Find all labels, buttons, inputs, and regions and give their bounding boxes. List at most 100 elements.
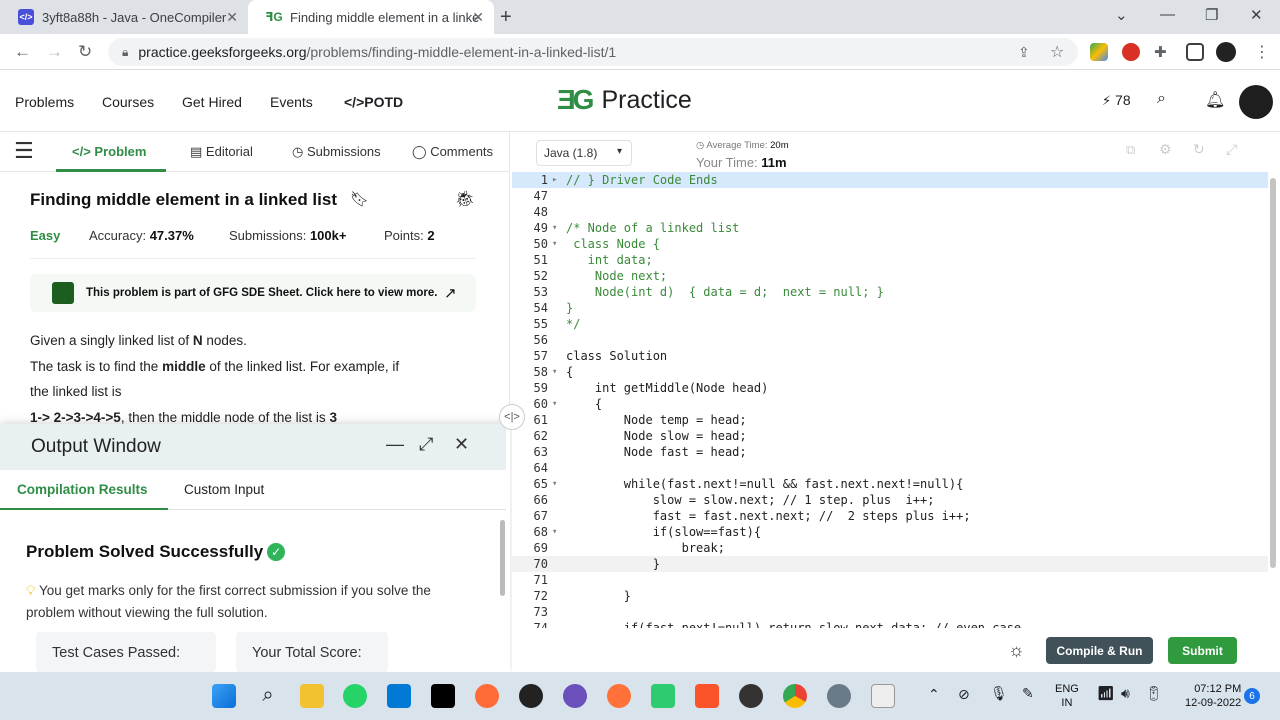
battery-icon[interactable]: 🔋︎	[1145, 685, 1163, 702]
code-line[interactable]: 62 Node slow = head;	[512, 428, 1268, 444]
nav-potd[interactable]: </>POTD	[344, 94, 403, 110]
streak-counter[interactable]: ⚡ 78	[1102, 92, 1131, 109]
forward-icon[interactable]: →	[46, 42, 63, 62]
profile-avatar-icon[interactable]	[1216, 42, 1236, 62]
tab-search-icon[interactable]: ⌄	[1115, 6, 1128, 24]
firefox-icon[interactable]	[607, 684, 631, 708]
code-line[interactable]: 61 Node temp = head;	[512, 412, 1268, 428]
tab-custom-input[interactable]: Custom Input	[184, 482, 264, 497]
sde-sheet-banner[interactable]: This problem is part of GFG SDE Sheet. C…	[30, 274, 476, 312]
code-line[interactable]: 72 }	[512, 588, 1268, 604]
whatsapp-icon[interactable]	[343, 684, 367, 708]
language-indicator[interactable]: ENG IN	[1055, 682, 1079, 710]
brave-icon[interactable]	[695, 684, 719, 708]
code-line[interactable]: 71	[512, 572, 1268, 588]
fold-arrow-icon[interactable]: ▾	[552, 364, 557, 380]
bookmark-icon[interactable]: 🔖︎	[350, 190, 369, 208]
close-icon[interactable]: ✕	[472, 9, 484, 26]
reload-icon[interactable]: ↻	[78, 42, 92, 62]
code-line[interactable]: 55 */	[512, 316, 1268, 332]
search-icon[interactable]: ⌕	[256, 684, 280, 708]
editor-scrollbar[interactable]	[1270, 178, 1276, 568]
language-select[interactable]: Java (1.8) ▾	[536, 140, 632, 166]
menu-kebab-icon[interactable]: ⋮	[1254, 42, 1270, 62]
reset-icon[interactable]: ↻	[1193, 141, 1205, 158]
restore-icon[interactable]: ❐	[1205, 6, 1218, 24]
scrollbar[interactable]	[500, 520, 505, 596]
hamburger-menu-icon[interactable]: ☰	[14, 138, 34, 164]
fold-arrow-icon[interactable]: ▾	[552, 476, 557, 492]
fullscreen-icon[interactable]: ⤢	[1226, 141, 1237, 158]
tray-app-icon[interactable]: ⊘	[958, 686, 970, 703]
code-line[interactable]: 50 ▾ class Node {	[512, 236, 1268, 252]
code-line[interactable]: 60 ▾ {	[512, 396, 1268, 412]
search-icon[interactable]: ⌕	[1157, 90, 1166, 108]
sidepanel-icon[interactable]	[1186, 43, 1204, 61]
nav-problems[interactable]: Problems	[15, 94, 74, 110]
tab-editorial[interactable]: ▤ Editorial	[190, 144, 253, 160]
snipping-tool-icon[interactable]	[871, 684, 895, 708]
bug-report-icon[interactable]: 🐞︎	[455, 189, 475, 209]
code-line[interactable]: 65 ▾ while(fast.next!=null && fast.next.n…	[512, 476, 1268, 492]
code-line[interactable]: 1 ▸ // } Driver Code Ends	[512, 172, 1268, 188]
code-line[interactable]: 51 int data;	[512, 252, 1268, 268]
minimize-icon[interactable]: —	[1160, 6, 1175, 23]
microphone-icon[interactable]: 🎙︎	[990, 685, 1008, 702]
postman-icon[interactable]	[475, 684, 499, 708]
pen-icon[interactable]: ✎	[1022, 685, 1034, 702]
tab-problem[interactable]: </> Problem	[72, 144, 146, 159]
gfg-logo[interactable]: ƎG Practice	[557, 84, 692, 116]
file-explorer-icon[interactable]	[300, 684, 324, 708]
tab-submissions[interactable]: ◷ Submissions	[292, 144, 381, 160]
code-line[interactable]: 52 Node next;	[512, 268, 1268, 284]
submit-button[interactable]: Submit	[1168, 637, 1237, 664]
bookmark-star-icon[interactable]: ☆	[1050, 42, 1064, 62]
extensions-puzzle-icon[interactable]: ✚	[1154, 43, 1167, 61]
expand-icon[interactable]: ⤢	[419, 434, 433, 455]
code-line[interactable]: 54}	[512, 300, 1268, 316]
drive-extension-icon[interactable]	[1090, 43, 1108, 61]
volume-icon[interactable]: 🔊︎	[1121, 685, 1130, 702]
vscode-insiders-icon[interactable]	[651, 684, 675, 708]
code-line[interactable]: 48	[512, 204, 1268, 220]
window-close-icon[interactable]: ✕	[1250, 6, 1263, 24]
copy-icon[interactable]: ⧉	[1126, 142, 1135, 158]
code-line[interactable]: 69 break;	[512, 540, 1268, 556]
fold-arrow-icon[interactable]: ▸	[552, 172, 557, 188]
code-area[interactable]: 1 ▸ // } Driver Code Ends 47 48 49 ▾ /* Node of…	[512, 172, 1268, 628]
bell-icon[interactable]: 🔔︎	[1205, 90, 1225, 110]
fold-arrow-icon[interactable]: ▾	[552, 236, 557, 252]
github-icon[interactable]	[519, 684, 543, 708]
chrome-icon[interactable]	[783, 684, 807, 708]
code-line[interactable]: 53 Node(int d) { data = d; next = null; …	[512, 284, 1268, 300]
close-icon[interactable]: ✕	[454, 434, 469, 455]
code-line[interactable]: 56	[512, 332, 1268, 348]
fold-arrow-icon[interactable]: ▾	[552, 396, 557, 412]
code-line[interactable]: 58 ▾ {	[512, 364, 1268, 380]
code-line[interactable]: 64	[512, 460, 1268, 476]
browser-tab-gfg[interactable]: ꟻG Finding middle element in a linke ✕	[248, 0, 494, 34]
vscode-icon[interactable]	[387, 684, 411, 708]
code-line[interactable]: 74 if(fast.next!=null) return slow.next.…	[512, 620, 1268, 628]
tab-comments[interactable]: ◯ Comments	[412, 144, 493, 160]
panel-resize-handle[interactable]: <|>	[499, 404, 525, 430]
notification-badge[interactable]: 6	[1244, 688, 1260, 704]
url-input[interactable]: 🔒︎ practice.geeksforgeeks.org/problems/f…	[108, 38, 1078, 66]
intellij-icon[interactable]	[431, 684, 455, 708]
code-line[interactable]: 47	[512, 188, 1268, 204]
theme-toggle-icon[interactable]: ☼	[1008, 640, 1025, 661]
code-line[interactable]: 67 fast = fast.next.next; // 2 steps plu…	[512, 508, 1268, 524]
avatar[interactable]	[1239, 85, 1273, 119]
tab-compilation-results[interactable]: Compilation Results	[17, 482, 148, 497]
code-line[interactable]: 49 ▾ /* Node of a linked list	[512, 220, 1268, 236]
browser-tab-onecompiler[interactable]: </> 3yft8a88h - Java - OneCompiler ✕	[0, 0, 248, 34]
clock[interactable]: 07:12 PM 12-09-2022	[1185, 682, 1241, 710]
fold-arrow-icon[interactable]: ▾	[552, 220, 557, 236]
nav-get-hired[interactable]: Get Hired	[182, 94, 242, 110]
code-line[interactable]: 73	[512, 604, 1268, 620]
settings-icon[interactable]	[827, 684, 851, 708]
nav-events[interactable]: Events	[270, 94, 313, 110]
minimize-icon[interactable]: —	[386, 434, 404, 455]
settings-gear-icon[interactable]: ⚙	[1159, 141, 1172, 158]
start-windows-icon[interactable]	[212, 684, 236, 708]
